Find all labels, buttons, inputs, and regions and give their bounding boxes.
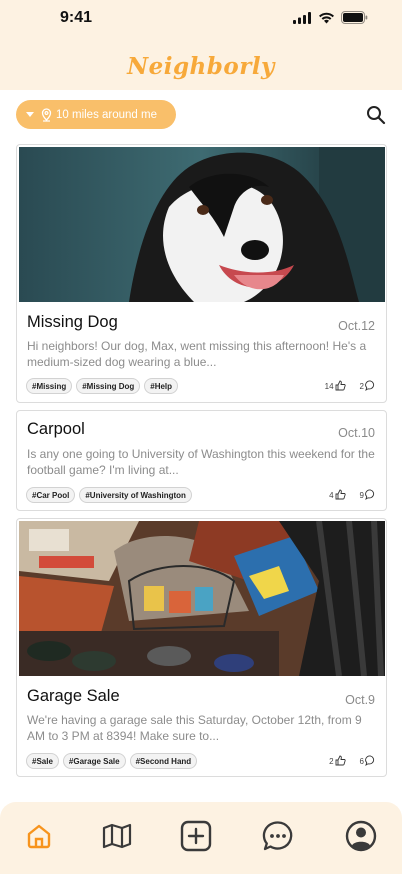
distance-filter-label: 10 miles around me — [56, 108, 157, 121]
app-header: 9:41 Neighborly — [0, 0, 402, 90]
thumbs-up-icon — [335, 380, 346, 391]
post-tags: #Sale #Garage Sale #Second Hand — [26, 753, 198, 769]
post-tag[interactable]: #Missing Dog — [76, 378, 141, 394]
like-count: 2 — [329, 757, 334, 766]
location-pin-icon — [41, 107, 52, 122]
post-tag[interactable]: #University of Washington — [79, 487, 192, 503]
distance-filter-button[interactable]: 10 miles around me — [16, 100, 176, 129]
status-icons — [293, 11, 368, 24]
like-button[interactable]: 4 — [329, 489, 346, 500]
wifi-icon — [319, 12, 334, 23]
post-description: We're having a garage sale this Saturday… — [27, 713, 362, 743]
comment-count: 2 — [359, 382, 364, 391]
status-time: 9:41 — [60, 9, 93, 26]
comment-button[interactable]: 9 — [360, 489, 376, 500]
post-description: Is any one going to University of Washin… — [27, 447, 375, 477]
nav-add-post[interactable] — [180, 820, 212, 852]
post-stats: 14 2 — [325, 380, 376, 391]
post-tag[interactable]: #Help — [144, 378, 179, 394]
nav-map[interactable] — [101, 820, 133, 852]
profile-icon — [345, 820, 377, 852]
post-date: Oct.9 — [345, 693, 375, 707]
home-icon — [27, 824, 51, 849]
post-tag[interactable]: #Garage Sale — [62, 753, 126, 769]
comment-icon — [365, 489, 375, 500]
signal-icon — [293, 11, 311, 24]
status-bar: 9:41 — [0, 0, 402, 36]
chat-icon — [262, 821, 293, 851]
nav-chat[interactable] — [262, 820, 294, 852]
comment-button[interactable]: 6 — [360, 755, 376, 766]
post-tags: #Missing #Missing Dog #Help — [26, 378, 179, 394]
post-tag[interactable]: #Car Pool — [26, 487, 76, 503]
battery-icon — [341, 11, 368, 24]
post-title: Carpool — [27, 420, 85, 438]
thumbs-up-icon — [335, 489, 346, 500]
comment-count: 9 — [359, 491, 364, 500]
map-icon — [102, 823, 132, 849]
search-icon[interactable] — [364, 103, 388, 127]
post-stats: 2 6 — [329, 755, 376, 766]
garage-sale-photo — [19, 521, 385, 676]
post-tags: #Car Pool #University of Washington — [26, 487, 192, 503]
bottom-nav — [0, 802, 402, 874]
like-button[interactable]: 2 — [329, 755, 346, 766]
post-tag[interactable]: #Second Hand — [129, 753, 198, 769]
border-collie-photo — [19, 147, 385, 302]
post-card[interactable]: Missing Dog Oct.12 Hi neighbors! Our dog… — [16, 144, 387, 403]
nav-home[interactable] — [23, 820, 55, 852]
post-stats: 4 9 — [329, 489, 376, 500]
nav-profile[interactable] — [345, 820, 377, 852]
post-description: Hi neighbors! Our dog, Max, went missing… — [27, 339, 367, 369]
post-title: Garage Sale — [27, 687, 120, 705]
comment-button[interactable]: 2 — [360, 380, 376, 391]
caret-down-icon — [26, 112, 34, 117]
post-card[interactable]: Carpool Oct.10 Is any one going to Unive… — [16, 410, 387, 511]
like-button[interactable]: 14 — [325, 380, 346, 391]
comment-icon — [365, 755, 375, 766]
post-date: Oct.10 — [338, 426, 375, 440]
post-title: Missing Dog — [27, 313, 118, 331]
comment-count: 6 — [359, 757, 364, 766]
comment-icon — [365, 380, 375, 391]
app-title: Neighborly — [127, 53, 275, 80]
like-count: 4 — [329, 491, 334, 500]
like-count: 14 — [324, 382, 334, 391]
post-tag[interactable]: #Sale — [26, 753, 59, 769]
thumbs-up-icon — [335, 755, 346, 766]
post-card[interactable]: Garage Sale Oct.9 We're having a garage … — [16, 518, 387, 777]
post-tag[interactable]: #Missing — [26, 378, 73, 394]
add-post-icon — [180, 820, 212, 852]
post-date: Oct.12 — [338, 319, 375, 333]
